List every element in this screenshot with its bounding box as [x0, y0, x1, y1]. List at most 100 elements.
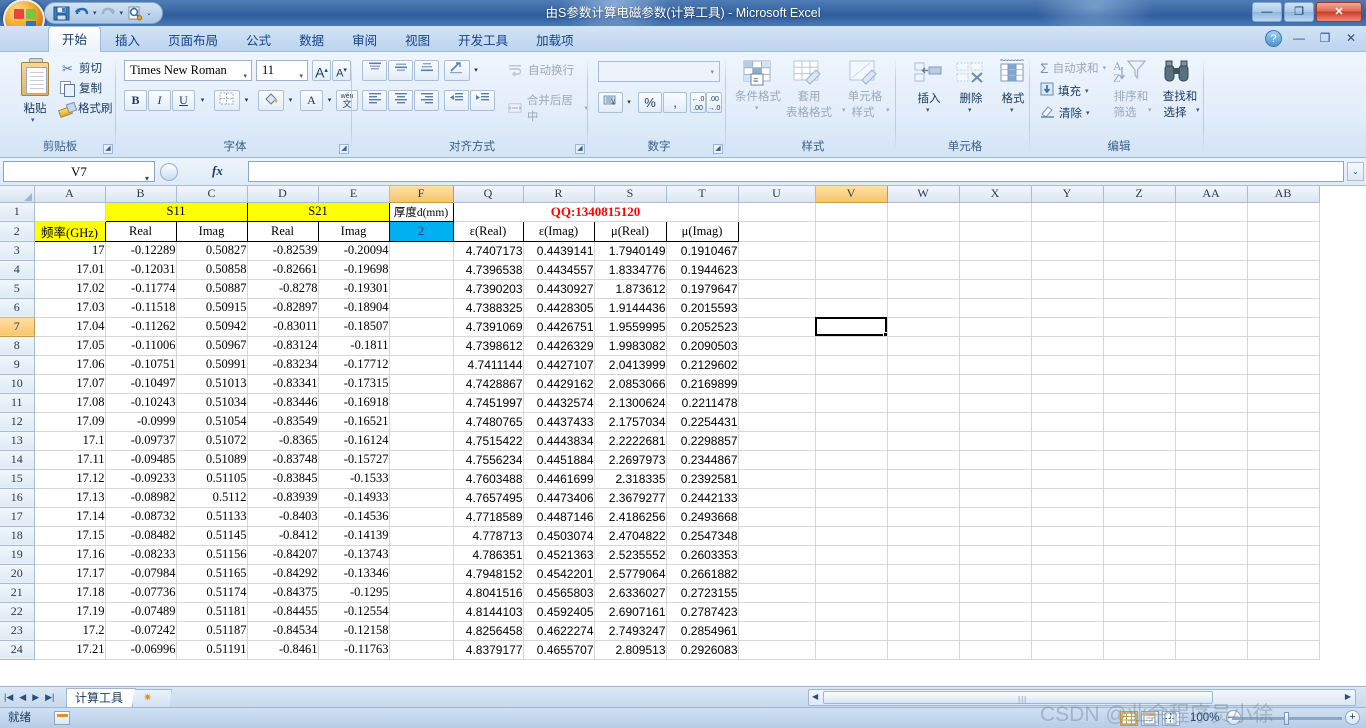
cell-D13[interactable]: -0.8365 [247, 431, 319, 451]
tab-addins[interactable]: 加载项 [522, 28, 588, 52]
cell-A21[interactable]: 17.18 [34, 583, 106, 603]
cell-T3[interactable]: 0.1910467 [666, 241, 739, 261]
cell-V24[interactable] [815, 640, 888, 660]
column-header-Y[interactable]: Y [1031, 186, 1104, 203]
cell-D6[interactable]: -0.82897 [247, 298, 319, 318]
orientation-caret-icon[interactable]: ▾ [470, 60, 482, 81]
cell-C12[interactable]: 0.51054 [176, 412, 248, 432]
cell-D17[interactable]: -0.8403 [247, 507, 319, 527]
cell-S15[interactable]: 2.318335 [594, 469, 667, 489]
cell-X20[interactable] [959, 564, 1032, 584]
cell-S19[interactable]: 2.5235552 [594, 545, 667, 565]
cell-V17[interactable] [815, 507, 888, 527]
cell-U13[interactable] [738, 431, 816, 451]
cell-R4[interactable]: 0.4434557 [523, 260, 595, 280]
cell-B5[interactable]: -0.11774 [105, 279, 177, 299]
cell-S3[interactable]: 1.7940149 [594, 241, 667, 261]
minimize-button[interactable]: — [1252, 2, 1282, 22]
cell-Y16[interactable] [1031, 488, 1104, 508]
cell-W17[interactable] [887, 507, 960, 527]
cell-A13[interactable]: 17.1 [34, 431, 106, 451]
cell-W1[interactable] [887, 202, 960, 222]
cell-V15[interactable] [815, 469, 888, 489]
cell-Y13[interactable] [1031, 431, 1104, 451]
cell-W24[interactable] [887, 640, 960, 660]
cell-T17[interactable]: 0.2493668 [666, 507, 739, 527]
scroll-right-icon[interactable]: ▶ [1345, 692, 1351, 701]
borders-button[interactable] [214, 90, 240, 111]
cell-C21[interactable]: 0.51174 [176, 583, 248, 603]
cell-AA24[interactable] [1175, 640, 1248, 660]
cell-F9[interactable] [389, 355, 454, 375]
wrap-text-button[interactable]: 自动换行 [508, 62, 574, 78]
cell-F19[interactable] [389, 545, 454, 565]
cell-AB11[interactable] [1247, 393, 1320, 413]
cell-Z11[interactable] [1103, 393, 1176, 413]
page-layout-view-button[interactable] [1141, 711, 1159, 726]
column-header-E[interactable]: E [318, 186, 390, 203]
cell-D20[interactable]: -0.84292 [247, 564, 319, 584]
cell-V23[interactable] [815, 621, 888, 641]
cell-AB23[interactable] [1247, 621, 1320, 641]
cell-T24[interactable]: 0.2926083 [666, 640, 739, 660]
cell-X23[interactable] [959, 621, 1032, 641]
cell-D10[interactable]: -0.83341 [247, 374, 319, 394]
cell-Q12[interactable]: 4.7480765 [453, 412, 524, 432]
cell-T5[interactable]: 0.1979647 [666, 279, 739, 299]
tab-insert[interactable]: 插入 [101, 28, 154, 52]
cell-Y10[interactable] [1031, 374, 1104, 394]
clear-button[interactable]: 清除 ▾ [1040, 104, 1090, 121]
column-header-W[interactable]: W [887, 186, 960, 203]
cell-Z9[interactable] [1103, 355, 1176, 375]
grow-font-button[interactable]: A▴ [312, 60, 331, 81]
paste-button[interactable]: 粘贴 [13, 100, 57, 116]
cell-U24[interactable] [738, 640, 816, 660]
font-color-caret-icon[interactable]: ▾ [323, 90, 336, 111]
cell-E14[interactable]: -0.15727 [318, 450, 390, 470]
cell-AA15[interactable] [1175, 469, 1248, 489]
cell-D19[interactable]: -0.84207 [247, 545, 319, 565]
insert-cells-button[interactable] [914, 62, 944, 91]
cell-Q1-qq-note[interactable]: QQ:1340815120 [453, 202, 739, 222]
format-caret-icon[interactable]: ▾ [1010, 106, 1014, 114]
orientation-button[interactable] [444, 60, 470, 81]
cell-X2[interactable] [959, 221, 1032, 242]
cell-B14[interactable]: -0.09485 [105, 450, 177, 470]
cell-U14[interactable] [738, 450, 816, 470]
cell-R16[interactable]: 0.4473406 [523, 488, 595, 508]
cell-C2[interactable]: Imag [175, 220, 248, 242]
row-header-6[interactable]: 6 [0, 298, 35, 318]
cell-U9[interactable] [738, 355, 816, 375]
cell-R23[interactable]: 0.4622274 [523, 621, 595, 641]
cell-D8[interactable]: -0.83124 [247, 336, 319, 356]
row-header-15[interactable]: 15 [0, 469, 35, 489]
column-header-F[interactable]: F [389, 186, 454, 203]
cell-V20[interactable] [815, 564, 888, 584]
cell-AA18[interactable] [1175, 526, 1248, 546]
increase-indent-button[interactable] [470, 90, 495, 111]
conditional-formatting-caret-icon[interactable]: ▾ [755, 104, 759, 112]
cell-T11[interactable]: 0.2211478 [666, 393, 739, 413]
cell-E12[interactable]: -0.16521 [318, 412, 390, 432]
cell-Y23[interactable] [1031, 621, 1104, 641]
cell-U16[interactable] [738, 488, 816, 508]
cell-X11[interactable] [959, 393, 1032, 413]
find-select-caret-icon[interactable]: ▾ [1196, 106, 1200, 114]
cell-B11[interactable]: -0.10243 [105, 393, 177, 413]
cell-X5[interactable] [959, 279, 1032, 299]
cell-D14[interactable]: -0.83748 [247, 450, 319, 470]
cell-B6[interactable]: -0.11518 [105, 298, 177, 318]
cell-X7[interactable] [959, 317, 1032, 337]
cell-S17[interactable]: 2.4186256 [594, 507, 667, 527]
decrease-indent-button[interactable] [444, 90, 469, 111]
cell-AB4[interactable] [1247, 260, 1320, 280]
name-box[interactable]: V7 ▾ [3, 161, 155, 183]
cell-W18[interactable] [887, 526, 960, 546]
cell-S13[interactable]: 2.2222681 [594, 431, 667, 451]
cell-U2[interactable] [738, 221, 816, 242]
cell-AA23[interactable] [1175, 621, 1248, 641]
cell-A14[interactable]: 17.11 [34, 450, 106, 470]
cell-AA2[interactable] [1175, 221, 1248, 242]
cell-AA6[interactable] [1175, 298, 1248, 318]
cell-S12[interactable]: 2.1757034 [594, 412, 667, 432]
